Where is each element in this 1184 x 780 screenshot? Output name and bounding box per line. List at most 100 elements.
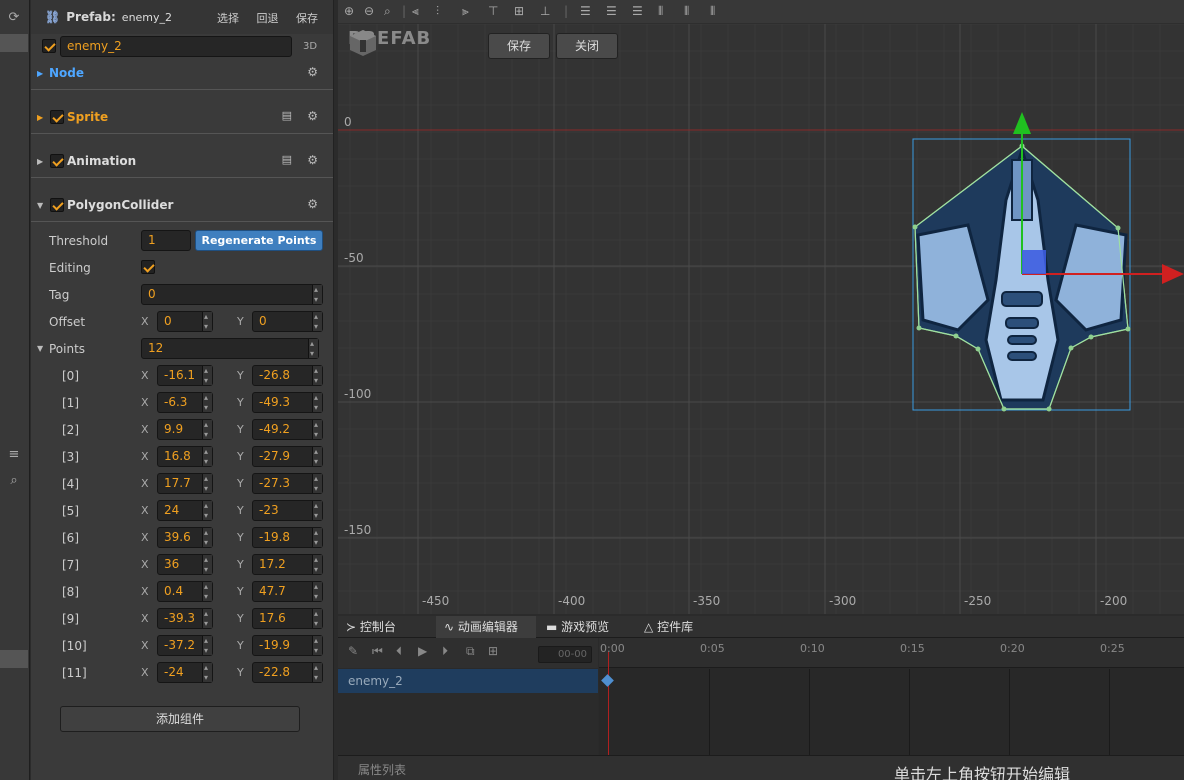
point-x-input[interactable]: 39.6 — [157, 525, 213, 550]
gear-icon[interactable]: ⚙ — [307, 153, 318, 167]
point-y-input[interactable]: 17.6 — [252, 606, 323, 631]
point-x-stepper[interactable] — [202, 444, 212, 469]
animation-timeline[interactable]: 0:00 0:05 0:10 0:15 0:20 0:25 — [599, 638, 1184, 755]
point-x-input[interactable]: 0.4 — [157, 579, 213, 604]
animation-section[interactable]: ▶ Animation ▤ ⚙ — [31, 144, 333, 178]
point-y-stepper[interactable] — [312, 660, 322, 685]
point-y-stepper[interactable] — [312, 471, 322, 496]
point-x-stepper[interactable] — [202, 363, 212, 388]
point-y-stepper[interactable] — [312, 444, 322, 469]
point-x-stepper[interactable] — [202, 633, 212, 658]
point-x-stepper[interactable] — [202, 579, 212, 604]
scene-view[interactable]: ⊕ ⊖ ⌕ | ⫷ ⫶ ⫸ ⊤ ⊞ ⊥ | ☰ ☰ ☰ ⦀ ⦀ ⦀ 0 -50 -1… — [338, 0, 1184, 614]
animation-node-row[interactable]: enemy_2 — [338, 669, 598, 693]
point-x-stepper[interactable] — [202, 660, 212, 685]
point-y-input[interactable]: -26.8 — [252, 363, 323, 388]
point-y-input[interactable]: -19.9 — [252, 633, 323, 658]
point-x-stepper[interactable] — [202, 525, 212, 550]
editing-checkbox[interactable] — [141, 260, 155, 274]
point-y-stepper[interactable] — [312, 525, 322, 550]
tab-animation-editor[interactable]: ∿ 动画编辑器 — [436, 616, 536, 638]
tag-stepper[interactable] — [312, 282, 322, 307]
point-y-stepper[interactable] — [312, 498, 322, 523]
doc-icon[interactable]: ▤ — [282, 109, 292, 122]
point-x-input[interactable]: -16.1 — [157, 363, 213, 388]
threshold-input[interactable]: 1 — [141, 230, 191, 251]
point-y-stepper[interactable] — [312, 606, 322, 631]
point-y-input[interactable]: 17.2 — [252, 552, 323, 577]
point-x-input[interactable]: 17.7 — [157, 471, 213, 496]
point-x-input[interactable]: 16.8 — [157, 444, 213, 469]
point-x-input[interactable]: -6.3 — [157, 390, 213, 415]
point-x-stepper[interactable] — [202, 417, 212, 442]
3d-toggle[interactable]: 3D — [303, 41, 317, 52]
offset-y-input[interactable]: 0 — [252, 309, 323, 334]
point-y-input[interactable]: -27.3 — [252, 471, 323, 496]
points-count-input[interactable]: 12 — [141, 336, 319, 361]
menu-icon[interactable]: ≡ — [0, 443, 28, 465]
tag-input[interactable]: 0 — [141, 282, 323, 307]
tab-game-preview[interactable]: ▬ 游戏预览 — [538, 616, 634, 638]
refresh-icon[interactable]: ⟳ — [0, 6, 28, 28]
point-y-input[interactable]: 47.7 — [252, 579, 323, 604]
playhead[interactable] — [608, 652, 609, 755]
tab-console[interactable]: ≻ 控制台 — [338, 616, 430, 638]
prev-frame-icon[interactable]: ⏴ — [396, 644, 402, 659]
sprite-section[interactable]: ▶ Sprite ▤ ⚙ — [31, 100, 333, 134]
point-y-input[interactable]: -22.8 — [252, 660, 323, 685]
next-frame-icon[interactable]: ⏵ — [442, 644, 448, 659]
offset-x-input[interactable]: 0 — [157, 309, 213, 334]
polygon-enabled-checkbox[interactable] — [50, 198, 64, 212]
add-event-icon[interactable]: ⊞ — [488, 644, 498, 658]
point-y-input[interactable]: -49.2 — [252, 417, 323, 442]
offset-y-stepper[interactable] — [312, 309, 322, 334]
node-section[interactable]: ▶ Node ⚙ — [31, 56, 333, 90]
node-active-checkbox[interactable] — [42, 39, 56, 53]
gear-icon[interactable]: ⚙ — [307, 65, 318, 79]
gear-icon[interactable]: ⚙ — [307, 109, 318, 123]
edit-icon[interactable]: ✎ — [348, 644, 358, 658]
point-x-input[interactable]: 24 — [157, 498, 213, 523]
node-name-input[interactable]: enemy_2 — [60, 36, 292, 57]
regenerate-points-button[interactable]: Regenerate Points — [195, 230, 323, 251]
animation-enabled-checkbox[interactable] — [50, 154, 64, 168]
point-y-stepper[interactable] — [312, 417, 322, 442]
point-x-input[interactable]: -24 — [157, 660, 213, 685]
polygon-collider-section[interactable]: ▼ PolygonCollider ⚙ — [31, 188, 333, 222]
save-prefab-button[interactable]: 保存 — [296, 12, 318, 25]
search-icon[interactable]: ⌕ — [0, 469, 28, 491]
point-x-stepper[interactable] — [202, 498, 212, 523]
point-y-stepper[interactable] — [312, 363, 322, 388]
points-count-stepper[interactable] — [308, 336, 318, 361]
add-component-button[interactable]: 添加组件 — [60, 706, 300, 732]
jump-first-icon[interactable]: ⏮ — [372, 644, 383, 659]
play-icon[interactable]: ▶ — [418, 644, 427, 658]
gear-icon[interactable]: ⚙ — [307, 197, 318, 211]
scene-save-button[interactable]: 保存 — [488, 33, 550, 59]
jump-last-icon[interactable]: ⧉ — [466, 644, 475, 659]
point-y-stepper[interactable] — [312, 552, 322, 577]
point-x-input[interactable]: 9.9 — [157, 417, 213, 442]
point-y-input[interactable]: -49.3 — [252, 390, 323, 415]
keyframe[interactable] — [601, 674, 614, 687]
point-x-input[interactable]: 36 — [157, 552, 213, 577]
point-y-input[interactable]: -27.9 — [252, 444, 323, 469]
collapse-arrow-icon[interactable]: ▼ — [37, 344, 43, 353]
point-y-stepper[interactable] — [312, 390, 322, 415]
select-button[interactable]: 选择 — [217, 12, 239, 25]
sprite-enabled-checkbox[interactable] — [50, 110, 64, 124]
point-x-input[interactable]: -37.2 — [157, 633, 213, 658]
point-y-stepper[interactable] — [312, 633, 322, 658]
tab-widget-library[interactable]: △ 控件库 — [636, 616, 732, 638]
point-x-stepper[interactable] — [202, 552, 212, 577]
current-time-field[interactable]: 00-00 — [538, 646, 592, 663]
point-x-input[interactable]: -39.3 — [157, 606, 213, 631]
point-y-input[interactable]: -19.8 — [252, 525, 323, 550]
point-x-stepper[interactable] — [202, 471, 212, 496]
revert-button[interactable]: 回退 — [257, 12, 279, 25]
scene-close-button[interactable]: 关闭 — [556, 33, 618, 59]
point-x-stepper[interactable] — [202, 606, 212, 631]
point-y-input[interactable]: -23 — [252, 498, 323, 523]
point-x-stepper[interactable] — [202, 390, 212, 415]
timeline-ruler[interactable]: 0:00 0:05 0:10 0:15 0:20 0:25 — [599, 638, 1184, 668]
